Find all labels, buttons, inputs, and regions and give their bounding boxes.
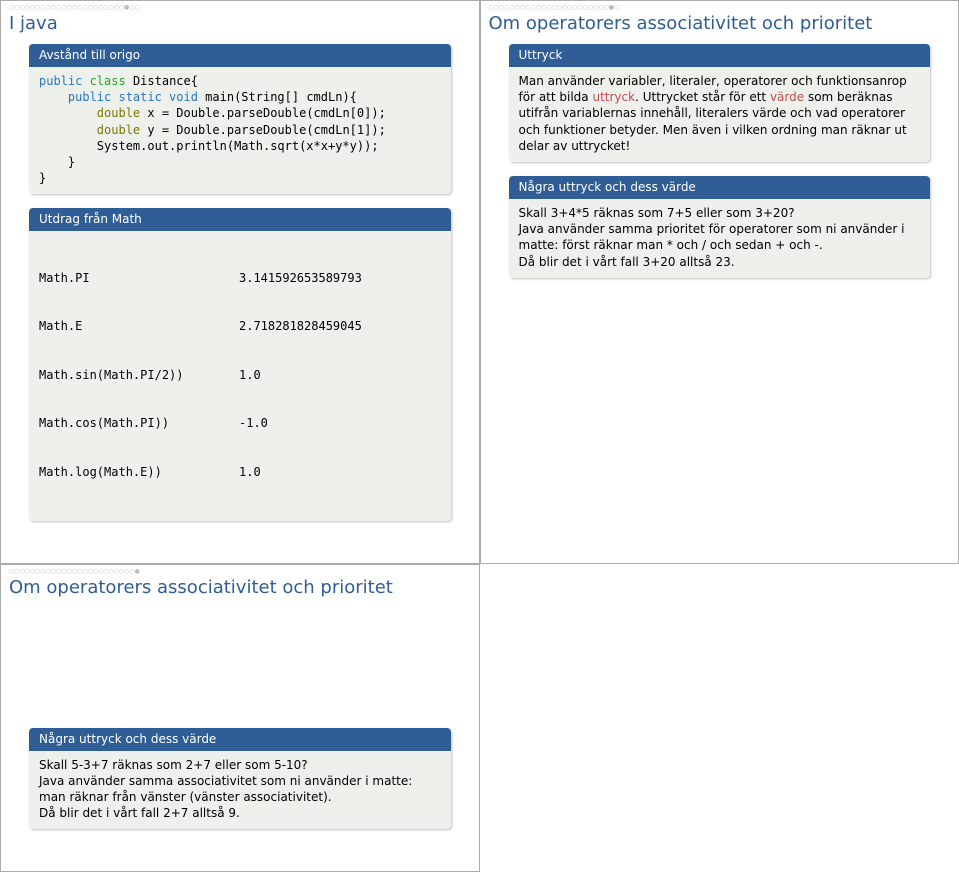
block-body: Math.PI3.141592653589793 Math.E2.7182818… [29,231,451,520]
code-line: System.out.println(Math.sqrt(x*x+y*y)); [39,138,441,154]
text-line: Java använder samma prioritet för operat… [519,221,921,253]
math-row: Math.PI3.141592653589793 [39,270,441,286]
code-line: } [39,154,441,170]
block-body: Man använder variabler, literaler, opera… [509,67,931,162]
code-line: double x = Double.parseDouble(cmdLn[0]); [39,105,441,121]
slide-java: ○○○○○○○○○○○○○○○○○○○○○○●○○ I java Avstånd… [0,0,480,564]
text-line: Skall 5-3+7 räknas som 2+7 eller som 5-1… [39,757,441,773]
text-line: Då blir det i vårt fall 2+7 alltså 9. [39,805,441,821]
slide-title: Om operatorers associativitet och priori… [489,13,951,34]
text-line: Skall 3+4*5 räknas som 7+5 eller som 3+2… [519,205,921,221]
block-distance: Avstånd till origo public class Distance… [29,44,451,194]
block-header: Uttryck [509,44,931,67]
block-math-extract: Utdrag från Math Math.PI3.14159265358979… [29,208,451,520]
nav-dots: ○○○○○○○○○○○○○○○○○○○○○○○○● [9,569,471,575]
code-line: } [39,170,441,186]
block-uttryck-varde-1: Några uttryck och dess värde Skall 3+4*5… [509,176,931,278]
block-header: Avstånd till origo [29,44,451,67]
block-header: Utdrag från Math [29,208,451,231]
math-row: Math.E2.718281828459045 [39,318,441,334]
slide-prio-2: ○○○○○○○○○○○○○○○○○○○○○○○○● Om operatorers… [0,564,480,872]
block-body: public class Distance{ public static voi… [29,67,451,194]
slide-empty [480,564,959,872]
slide-prio-1: ○○○○○○○○○○○○○○○○○○○○○○○●○ Om operatorers… [480,0,959,564]
text-line: Java använder samma associativitet som n… [39,773,441,805]
code-line: public class Distance{ [39,73,441,89]
nav-dots: ○○○○○○○○○○○○○○○○○○○○○○●○○ [9,5,471,11]
block-uttryck-varde-2: Några uttryck och dess värde Skall 5-3+7… [29,728,451,830]
code-line: double y = Double.parseDouble(cmdLn[1]); [39,122,441,138]
text-line: Då blir det i vårt fall 3+20 alltså 23. [519,254,921,270]
slide-title: I java [9,13,471,34]
nav-dots: ○○○○○○○○○○○○○○○○○○○○○○○●○ [489,5,951,11]
slide-title: Om operatorers associativitet och priori… [9,577,471,598]
block-body: Skall 5-3+7 räknas som 2+7 eller som 5-1… [29,751,451,830]
math-row: Math.sin(Math.PI/2))1.0 [39,367,441,383]
block-body: Skall 3+4*5 räknas som 7+5 eller som 3+2… [509,199,931,278]
code-line: public static void main(String[] cmdLn){ [39,89,441,105]
block-header: Några uttryck och dess värde [29,728,451,751]
math-row: Math.cos(Math.PI))-1.0 [39,415,441,431]
math-row: Math.log(Math.E))1.0 [39,464,441,480]
block-header: Några uttryck och dess värde [509,176,931,199]
block-uttryck: Uttryck Man använder variabler, literale… [509,44,931,162]
